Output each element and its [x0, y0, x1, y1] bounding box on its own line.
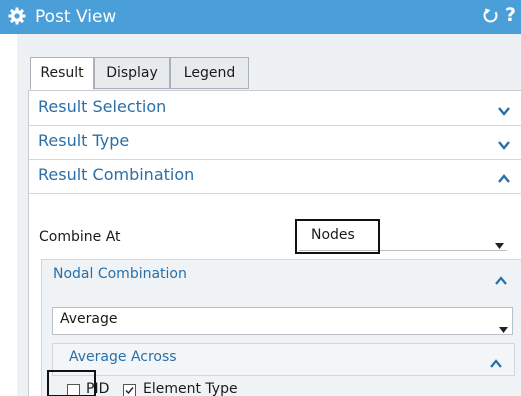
- combination-method-value: Average: [60, 311, 118, 327]
- combine-at-label: Combine At: [39, 229, 121, 245]
- section-result-type-label: Result Type: [38, 131, 130, 150]
- average-across-header[interactable]: Average Across: [52, 343, 515, 376]
- nodal-combination-body: Average Average Across PID Element Type: [41, 292, 521, 396]
- nodal-combination-label: Nodal Combination: [53, 266, 187, 282]
- chevron-up-icon[interactable]: [498, 169, 510, 188]
- nodes-highlight-box: [295, 219, 380, 254]
- tab-display[interactable]: Display: [94, 57, 170, 89]
- dropdown-arrow-icon[interactable]: [495, 234, 504, 253]
- average-across-label: Average Across: [69, 349, 177, 365]
- checkmark-icon: [125, 387, 134, 395]
- section-result-selection[interactable]: Result Selection: [29, 91, 521, 126]
- combination-method-dropdown[interactable]: Average: [52, 307, 513, 335]
- reset-icon[interactable]: [482, 7, 500, 29]
- average-across-options: PID Element Type: [52, 378, 513, 396]
- chevron-up-icon[interactable]: [490, 354, 502, 373]
- help-icon[interactable]: ?: [505, 4, 516, 26]
- section-result-selection-label: Result Selection: [38, 97, 167, 116]
- element-type-label: Element Type: [143, 381, 238, 396]
- tab-result[interactable]: Result: [30, 57, 94, 90]
- gear-icon[interactable]: [8, 7, 26, 29]
- tab-legend[interactable]: Legend: [170, 57, 249, 89]
- window-title: Post View: [35, 7, 117, 27]
- section-result-combination-label: Result Combination: [38, 165, 195, 184]
- chevron-down-icon[interactable]: [498, 135, 510, 154]
- element-type-checkbox[interactable]: [123, 384, 136, 396]
- dialog-body: Result Display Legend Result Selection R…: [17, 34, 521, 396]
- section-result-combination[interactable]: Result Combination: [29, 159, 521, 194]
- chevron-down-icon[interactable]: [498, 101, 510, 120]
- nodal-combination-header[interactable]: Nodal Combination: [41, 259, 521, 293]
- chevron-up-icon[interactable]: [495, 271, 507, 290]
- pid-highlight-box: [47, 370, 96, 396]
- section-result-type[interactable]: Result Type: [29, 125, 521, 160]
- title-bar: Post View ?: [0, 0, 521, 34]
- result-tab-panel: Result Selection Result Type Result Comb…: [28, 90, 521, 396]
- dropdown-arrow-icon[interactable]: [499, 318, 508, 337]
